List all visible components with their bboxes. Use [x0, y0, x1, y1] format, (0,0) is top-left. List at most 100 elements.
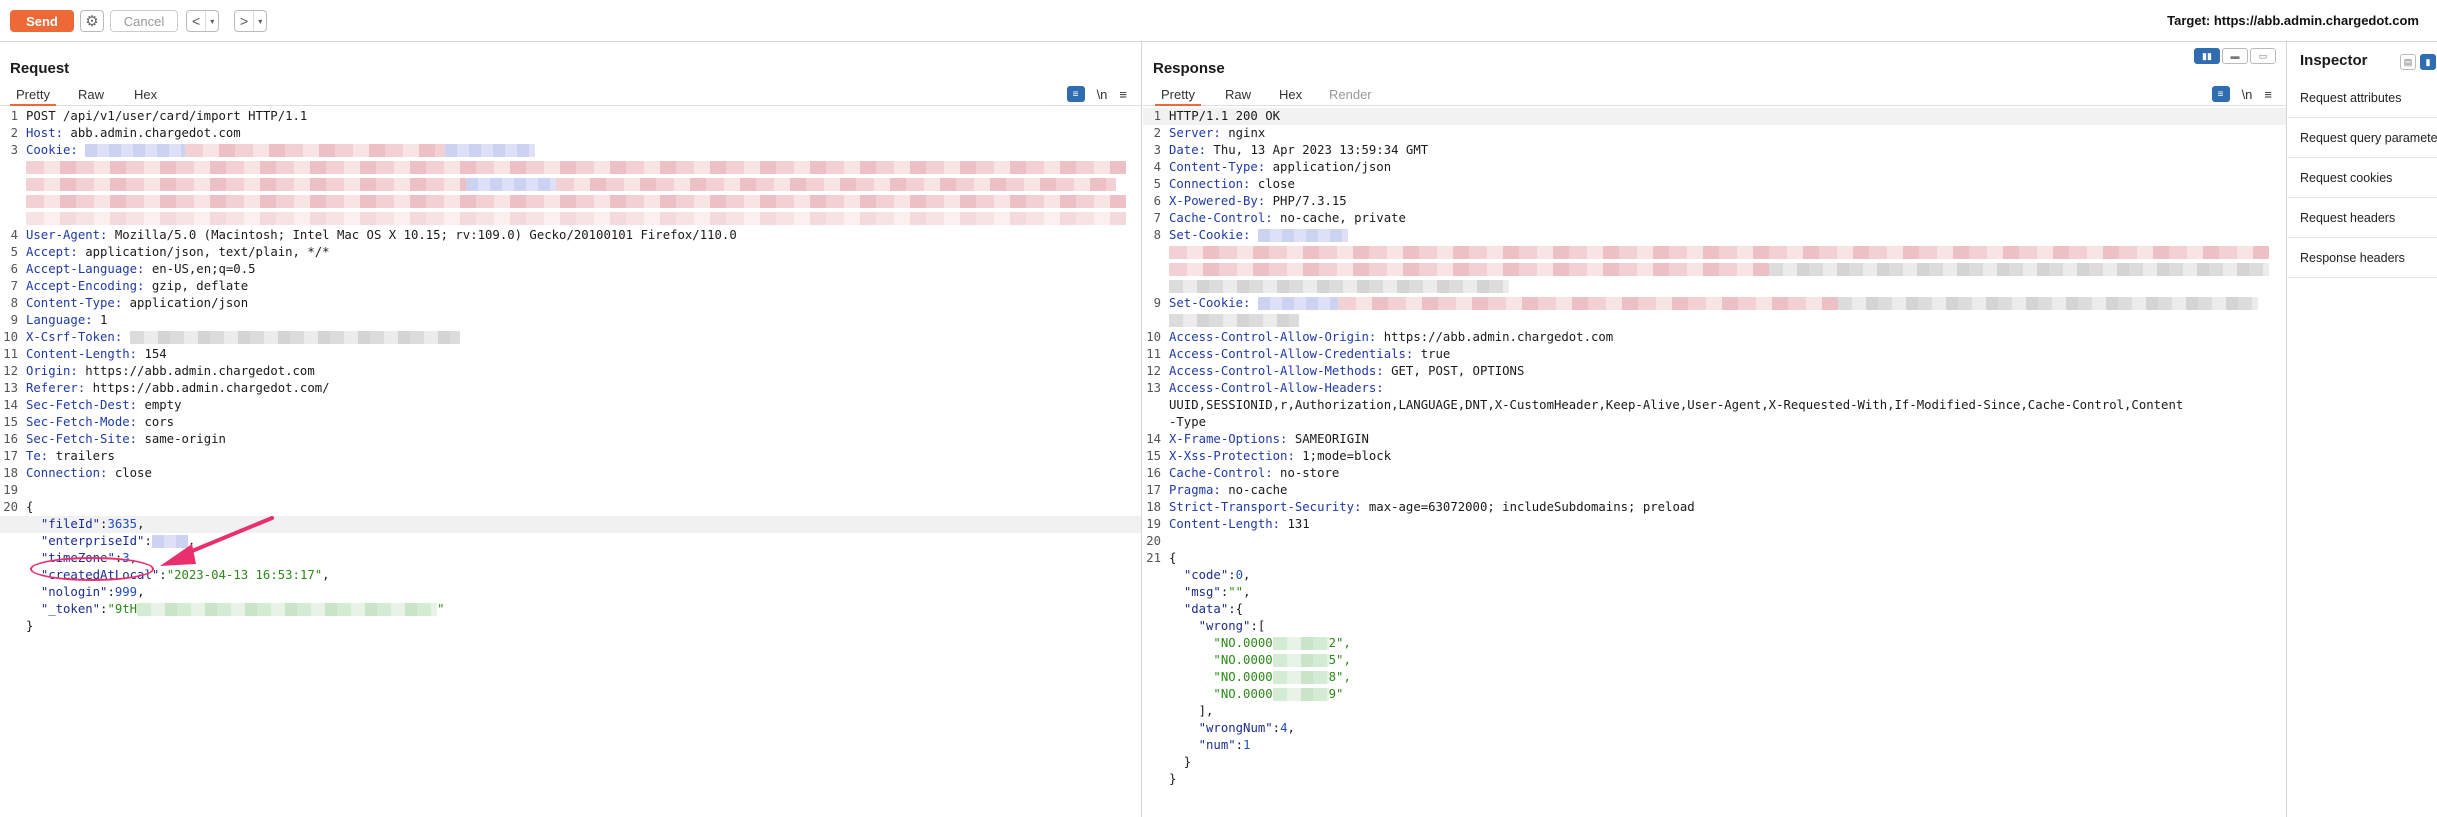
request-tab-raw[interactable]: Raw [72, 86, 110, 106]
redacted-value [185, 144, 446, 157]
code-line: 15 Sec-Fetch-Mode: cors [3, 415, 175, 429]
inspector-item-request-headers[interactable]: Request headers [2288, 198, 2437, 238]
code-line: 4 Content-Type: application/json [1153, 160, 1392, 174]
redacted-value [1169, 246, 2269, 259]
code-line: 2 Server: nginx [1153, 126, 1266, 140]
back-arrow-icon[interactable]: < [187, 13, 205, 29]
code-line: 20 [1146, 534, 1161, 548]
code-line: 19 [3, 483, 18, 497]
json-line-wrong-item: "NO.0000 9" [1213, 687, 1344, 701]
response-tab-hex[interactable]: Hex [1273, 86, 1308, 106]
response-tab-render[interactable]: Render [1323, 86, 1378, 106]
redacted-value [137, 603, 438, 616]
word-wrap-icon[interactable]: ≡ [1066, 86, 1085, 102]
inspector-item-request-cookies[interactable]: Request cookies [2288, 158, 2437, 198]
code-line: 13 Referer: https://abb.admin.chargedot.c… [3, 381, 330, 395]
inspector-item-response-headers[interactable]: Response headers [2288, 238, 2437, 278]
code-line: 8 Set-Cookie: [1143, 227, 2286, 244]
code-line: 13 Access-Control-Allow-Headers: [1146, 381, 1384, 395]
back-dropdown-icon[interactable]: ▾ [205, 11, 218, 31]
redacted-value [1169, 263, 1769, 276]
code-line: 18 Strict-Transport-Security: max-age=630… [1146, 500, 1695, 514]
request-pane: Request Pretty Raw Hex ≡ \n ≡ 1 POST /api… [0, 42, 1142, 817]
layout-tabs-icon[interactable]: ▭ [2250, 48, 2276, 64]
json-line-wrong-item: "NO.0000 5", [1213, 653, 1351, 667]
layout-stacked-icon[interactable]: ▬ [2222, 48, 2248, 64]
response-tab-pretty[interactable]: Pretty [1155, 86, 1201, 106]
top-toolbar: Send ⚙ Cancel < ▾ > ▾ Target: https://abb.… [0, 0, 2437, 42]
json-line-nologin: "nologin":999, [40, 585, 145, 599]
redacted-value [1272, 654, 1329, 667]
code-line: 7 Accept-Encoding: gzip, deflate [10, 279, 249, 293]
hamburger-menu-icon[interactable]: ≡ [2264, 87, 2272, 102]
redacted-value [26, 212, 1126, 225]
request-title: Request [10, 60, 70, 77]
response-editor[interactable]: 1 HTTP/1.1 200 OK 2 Server: nginx 3 Date: T… [1143, 108, 2286, 817]
word-wrap-icon[interactable]: ≡ [2211, 86, 2230, 102]
code-line: 10 Access-Control-Allow-Origin: https://a… [1146, 330, 1614, 344]
json-line-wrong: "wrong":[ [1198, 619, 1266, 633]
send-button[interactable]: Send [10, 10, 74, 32]
redacted-cookie-line [1143, 261, 2286, 278]
redacted-value [26, 195, 1126, 208]
layout-side-by-side-icon[interactable]: ▮▮ [2194, 48, 2220, 64]
inspector-item-request-query-parameters[interactable]: Request query parameters [2288, 118, 2437, 158]
redacted-value [1272, 671, 1329, 684]
redacted-value [26, 161, 1126, 174]
json-line-wrong-item: "NO.0000 2", [1213, 636, 1351, 650]
inspector-title: Inspector [2300, 52, 2368, 69]
code-line: 17 Te: trailers [3, 449, 115, 463]
back-nav-button[interactable]: < ▾ [186, 10, 220, 32]
code-line: 6 X-Powered-By: PHP/7.3.15 [1153, 194, 1347, 208]
redacted-value [1837, 297, 2258, 310]
code-line: 16 Sec-Fetch-Site: same-origin [3, 432, 226, 446]
json-line-code: "code":0, [1183, 568, 1251, 582]
code-line: 6 Accept-Language: en-US,en;q=0.5 [10, 262, 256, 276]
inspector-item-request-attributes[interactable]: Request attributes [2288, 78, 2437, 118]
json-line-wrongnum: "wrongNum":4, [1198, 721, 1295, 735]
redacted-value [1337, 297, 1838, 310]
redacted-value [1272, 637, 1329, 650]
json-line-data: "data":{ [1183, 602, 1244, 616]
code-line: UUID,SESSIONID,r,Authorization,LANGUAGE,… [1169, 398, 2184, 412]
json-line-num: "num":1 [1198, 738, 1251, 752]
json-line-wrong-item: "NO.0000 8", [1213, 670, 1351, 684]
request-editor[interactable]: 1 POST /api/v1/user/card/import HTTP/1.1 … [0, 108, 1141, 817]
request-tabs: Pretty Raw Hex [0, 84, 1141, 106]
code-line: 12 Access-Control-Allow-Methods: GET, POS… [1146, 364, 1525, 378]
redacted-cookie-line [1143, 244, 2286, 261]
code-line: 3 Cookie: [0, 142, 1141, 159]
inspector-layout-toggle: ▤ ▮ [2400, 54, 2436, 70]
forward-nav-button[interactable]: > ▾ [234, 10, 268, 32]
code-line: 9 Set-Cookie: [1143, 295, 2286, 312]
response-tab-raw[interactable]: Raw [1219, 86, 1257, 106]
redacted-value [1257, 229, 1348, 242]
forward-dropdown-icon[interactable]: ▾ [253, 11, 266, 31]
code-line: 4 User-Agent: Mozilla/5.0 (Macintosh; Int… [10, 228, 737, 242]
redacted-value [1272, 688, 1329, 701]
show-newlines-toggle[interactable]: \n [2242, 87, 2253, 102]
forward-arrow-icon[interactable]: > [235, 13, 253, 29]
show-newlines-toggle[interactable]: \n [1097, 87, 1108, 102]
code-line: 5 Connection: close [1153, 177, 1295, 191]
code-line: 14 X-Frame-Options: SAMEORIGIN [1146, 432, 1369, 446]
target-label[interactable]: Target: https://abb.admin.chargedot.com [2167, 13, 2419, 28]
json-line-msg: "msg":"", [1183, 585, 1251, 599]
redacted-value [85, 144, 186, 157]
cancel-button[interactable]: Cancel [110, 10, 178, 32]
inspector-panel-icon[interactable]: ▮ [2420, 54, 2436, 70]
inspector-list-icon[interactable]: ▤ [2400, 54, 2416, 70]
redacted-value [26, 178, 466, 191]
redacted-cookie-line [0, 176, 1141, 193]
layout-toggle: ▮▮ ▬ ▭ [2194, 48, 2276, 64]
json-line-array-close: ], [1169, 704, 1214, 718]
redacted-value [129, 331, 460, 344]
code-line: 17 Pragma: no-cache [1146, 483, 1288, 497]
redacted-value [445, 144, 536, 157]
redacted-value [1169, 280, 1509, 293]
request-tab-pretty[interactable]: Pretty [10, 86, 56, 106]
settings-gear-icon[interactable]: ⚙ [80, 10, 104, 32]
request-tab-hex[interactable]: Hex [128, 86, 163, 106]
hamburger-menu-icon[interactable]: ≡ [1119, 87, 1127, 102]
code-line: 10 X-Csrf-Token: [0, 329, 1141, 346]
